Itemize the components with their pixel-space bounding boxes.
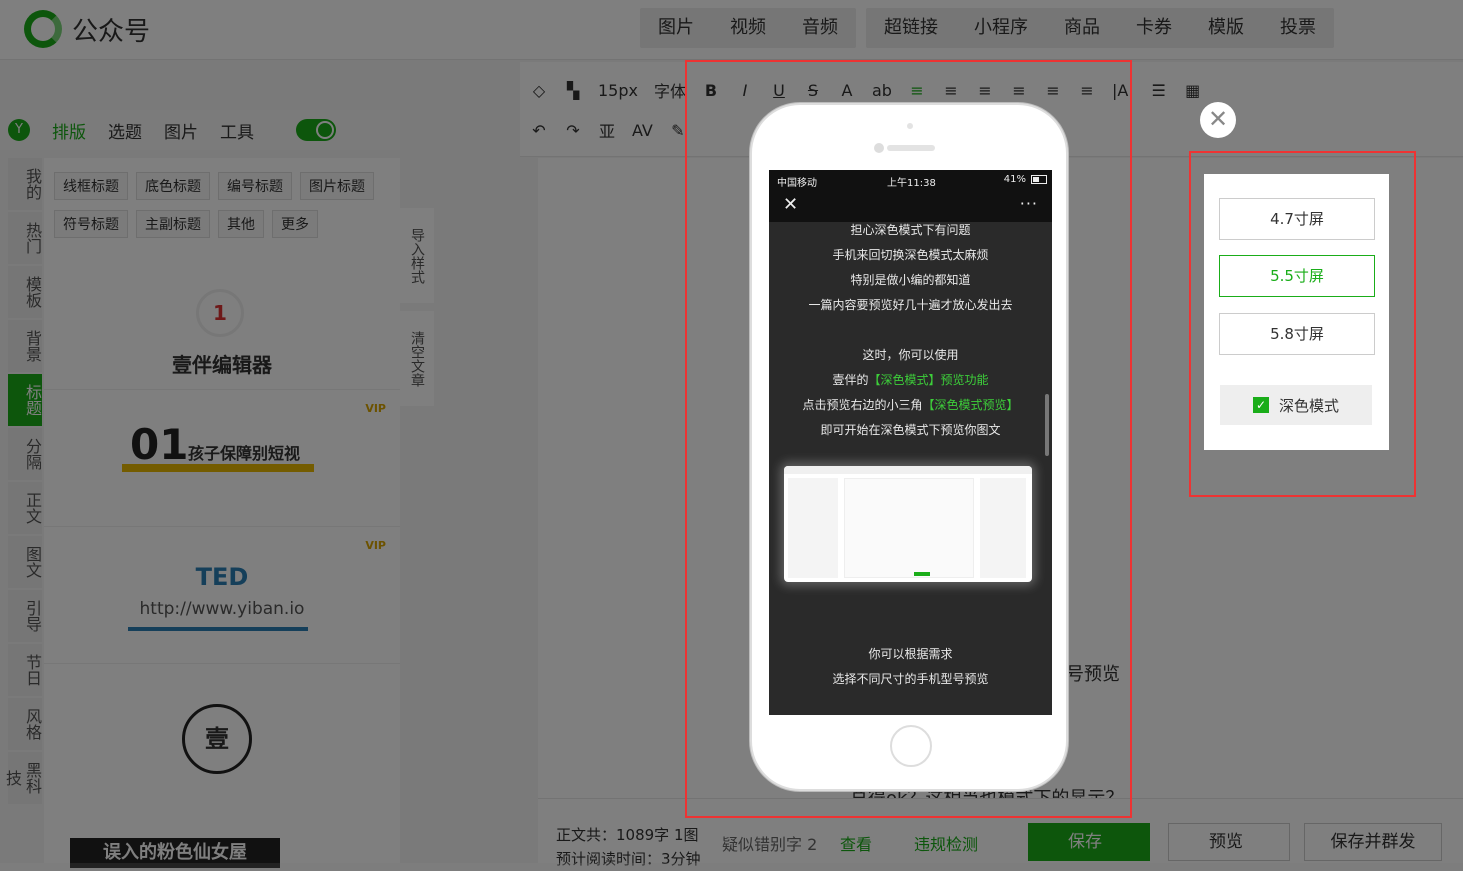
article-line: 即可开始在深色模式下预览你图文 [820,423,1001,437]
article-highlight: 【深色模式】预览功能 [868,373,989,387]
article-screenshot-image [784,466,1032,582]
article-navbar: ✕ ··· [769,190,1052,222]
home-button [890,725,932,767]
close-preview-button[interactable]: ✕ [1200,102,1236,138]
phone-camera-icon [874,143,884,153]
article-line: 你可以根据需求 [868,647,953,661]
size-5-5-button[interactable]: 5.5寸屏 [1219,255,1375,297]
clock-label: 上午11:38 [887,178,936,189]
battery-label: 41% [1003,174,1026,185]
article-line: 选择不同尺寸的手机型号预览 [832,672,989,686]
size-5-8-button[interactable]: 5.8寸屏 [1219,313,1375,355]
checkbox-checked-icon[interactable]: ✓ [1252,397,1269,413]
article-line: 壹伴的【深色模式】预览功能 [769,371,1052,388]
phone-speaker [887,145,935,151]
phone-preview: 中国移动 上午11:38 41% ✕ ··· 担心深色模式下有问题 手机来回切换… [750,103,1068,791]
thumb-panel [980,478,1026,578]
article-line: 这时，你可以使用 [862,348,959,362]
article-line: 点击预览右边的小三角【深色模式预览】 [769,396,1052,413]
phone-status-bar: 中国移动 上午11:38 41% [769,170,1052,190]
thumb-sidebar [788,478,838,578]
article-highlight: 【深色模式预览】 [922,398,1019,412]
phone-sensor [907,123,913,129]
dark-mode-label: 深色模式 [1278,396,1339,415]
close-icon[interactable]: ✕ [783,194,798,215]
phone-screen[interactable]: 中国移动 上午11:38 41% ✕ ··· 担心深色模式下有问题 手机来回切换… [769,170,1052,715]
dark-mode-toggle[interactable]: ✓ 深色模式 [1220,385,1372,425]
article-text: 壹伴的 [832,373,869,387]
thumb-button [914,572,930,576]
thumb-editor [844,478,974,578]
more-icon[interactable]: ··· [1020,194,1038,213]
carrier-label: 中国移动 [777,178,817,189]
article-line: 一篇内容要预览好几十遍才放心发出去 [808,298,1013,312]
article-text: 点击预览右边的小三角 [802,398,923,412]
thumb-header [784,466,1032,474]
size-4-7-button[interactable]: 4.7寸屏 [1219,198,1375,240]
screen-size-panel: 4.7寸屏 5.5寸屏 5.8寸屏 ✓ 深色模式 [1204,174,1389,450]
article-line: 担心深色模式下有问题 [850,223,971,237]
battery-icon [1031,175,1047,184]
article-line: 特别是做小编的都知道 [850,273,971,287]
article-line: 手机来回切换深色模式太麻烦 [832,248,989,262]
scrollbar[interactable] [1045,394,1049,456]
